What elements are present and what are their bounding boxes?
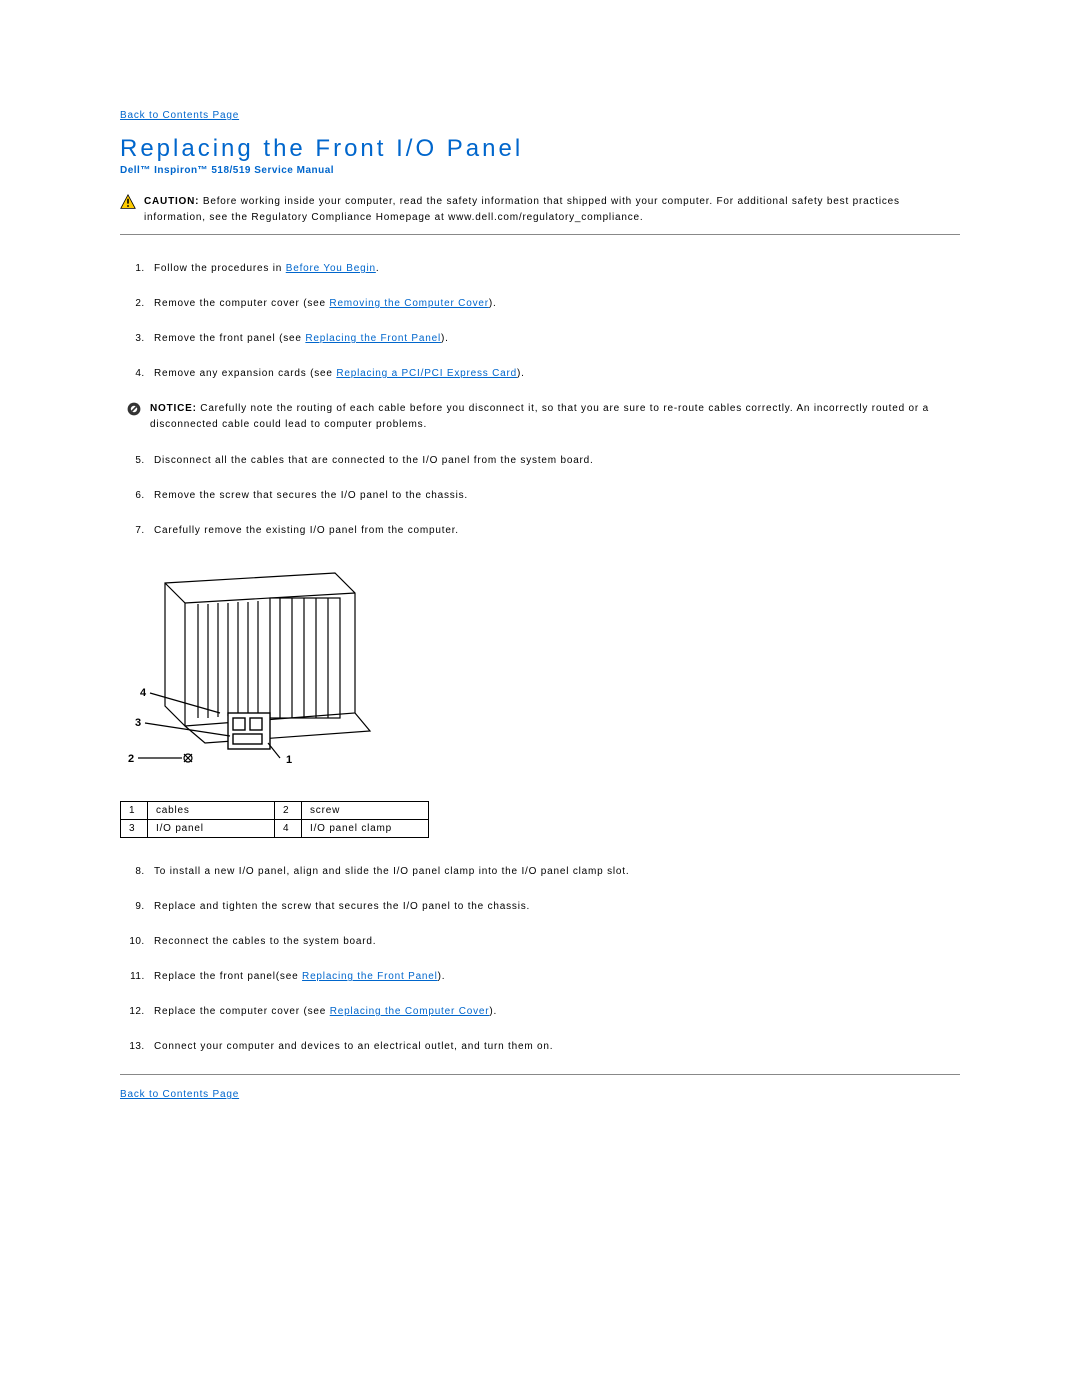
step-11-text-a: Replace the front panel(see — [154, 971, 302, 982]
replacing-computer-cover-link[interactable]: Replacing the Computer Cover — [330, 1006, 490, 1017]
step-5: Disconnect all the cables that are conne… — [148, 453, 960, 468]
legend-label-2: screw — [302, 802, 429, 820]
caution-label: CAUTION: — [144, 196, 199, 207]
step-11-text-b: ). — [438, 971, 446, 982]
step-2-text-a: Remove the computer cover (see — [154, 298, 329, 309]
io-panel-diagram: 4 3 2 1 — [120, 558, 960, 791]
caution-body: Before working inside your computer, rea… — [144, 196, 900, 223]
legend-num-1: 1 — [121, 802, 148, 820]
legend-label-3: I/O panel — [148, 820, 275, 838]
step-3-text-a: Remove the front panel (see — [154, 333, 305, 344]
callout-1: 1 — [286, 754, 293, 766]
caution-block: CAUTION: Before working inside your comp… — [120, 194, 960, 226]
step-4: Remove any expansion cards (see Replacin… — [148, 366, 960, 381]
page-title: Replacing the Front I/O Panel — [120, 135, 960, 163]
step-1-text-b: . — [376, 263, 380, 274]
caution-icon — [120, 194, 136, 210]
step-11: Replace the front panel(see Replacing th… — [148, 969, 960, 984]
page-subtitle: Dell™ Inspiron™ 518/519 Service Manual — [120, 165, 960, 176]
before-you-begin-link[interactable]: Before You Begin — [286, 263, 376, 274]
legend-num-2: 2 — [275, 802, 302, 820]
step-3: Remove the front panel (see Replacing th… — [148, 331, 960, 346]
removing-cover-link[interactable]: Removing the Computer Cover — [329, 298, 488, 309]
notice-inline: NOTICE: Carefully note the routing of ea… — [120, 401, 960, 433]
step-1: Follow the procedures in Before You Begi… — [148, 261, 960, 276]
steps-list-2: To install a new I/O panel, align and sl… — [120, 864, 960, 1054]
notice-text: NOTICE: Carefully note the routing of ea… — [150, 401, 960, 433]
legend-num-4: 4 — [275, 820, 302, 838]
step-1-text-a: Follow the procedures in — [154, 263, 286, 274]
back-link-top-anchor[interactable]: Back to Contents Page — [120, 110, 239, 121]
step-8: To install a new I/O panel, align and sl… — [148, 864, 960, 879]
notice-icon — [126, 401, 142, 417]
steps-list: Follow the procedures in Before You Begi… — [120, 261, 960, 538]
step-12-text-a: Replace the computer cover (see — [154, 1006, 330, 1017]
step-7: Carefully remove the existing I/O panel … — [148, 523, 960, 538]
replacing-pci-card-link[interactable]: Replacing a PCI/PCI Express Card — [336, 368, 517, 379]
table-row: 3 I/O panel 4 I/O panel clamp — [121, 820, 429, 838]
back-link-top[interactable]: Back to Contents Page — [120, 110, 960, 121]
legend-num-3: 3 — [121, 820, 148, 838]
notice-label: NOTICE: — [150, 403, 197, 414]
replacing-front-panel-link-2[interactable]: Replacing the Front Panel — [302, 971, 438, 982]
callout-2: 2 — [128, 753, 135, 765]
step-4-text-b: ). — [517, 368, 525, 379]
step-9: Replace and tighten the screw that secur… — [148, 899, 960, 914]
notice-block: NOTICE: Carefully note the routing of ea… — [126, 401, 960, 433]
step-2-text-b: ). — [489, 298, 497, 309]
notice-body: Carefully note the routing of each cable… — [150, 403, 929, 430]
step-10: Reconnect the cables to the system board… — [148, 934, 960, 949]
callout-3: 3 — [135, 717, 142, 729]
back-link-bottom-anchor[interactable]: Back to Contents Page — [120, 1089, 239, 1100]
divider-bottom — [120, 1074, 960, 1075]
step-3-text-b: ). — [441, 333, 449, 344]
caution-text: CAUTION: Before working inside your comp… — [144, 194, 960, 226]
step-6: Remove the screw that secures the I/O pa… — [148, 488, 960, 503]
table-row: 1 cables 2 screw — [121, 802, 429, 820]
step-13: Connect your computer and devices to an … — [148, 1039, 960, 1054]
legend-table: 1 cables 2 screw 3 I/O panel 4 I/O panel… — [120, 801, 429, 838]
step-4-text-a: Remove any expansion cards (see — [154, 368, 336, 379]
step-12: Replace the computer cover (see Replacin… — [148, 1004, 960, 1019]
back-link-bottom[interactable]: Back to Contents Page — [120, 1089, 960, 1100]
legend-label-4: I/O panel clamp — [302, 820, 429, 838]
step-12-text-b: ). — [489, 1006, 497, 1017]
divider-top — [120, 234, 960, 235]
replacing-front-panel-link-1[interactable]: Replacing the Front Panel — [305, 333, 441, 344]
step-2: Remove the computer cover (see Removing … — [148, 296, 960, 311]
callout-4: 4 — [140, 687, 147, 699]
legend-label-1: cables — [148, 802, 275, 820]
